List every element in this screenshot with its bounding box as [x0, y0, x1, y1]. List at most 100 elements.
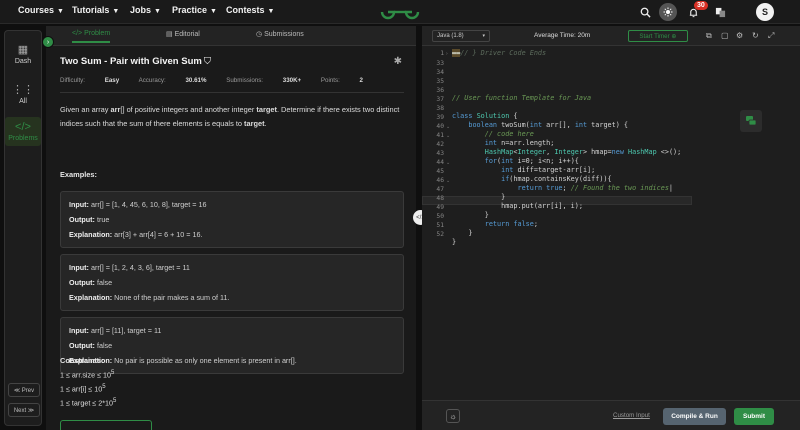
editor-toolbar: Java (1.8) ▾ Average Time: 20m Start Time… [422, 26, 800, 46]
chevron-down-icon: ▼ [154, 8, 161, 15]
nav-courses[interactable]: Courses ▼ [18, 5, 64, 15]
code-line: int diff=target-arr[i]; [501, 166, 596, 174]
code-line: boolean twoSum(int arr[], int target) { [468, 121, 629, 129]
collapse-sidebar-icon[interactable]: › [42, 36, 54, 48]
fold-chevron-icon[interactable]: › [446, 51, 448, 57]
chevron-down-icon: ▼ [112, 8, 120, 15]
line-number: 51 [436, 222, 444, 229]
chevron-down-icon: ▼ [57, 8, 64, 15]
sidebar-item-dash[interactable]: ▦ Dash [5, 43, 41, 65]
chat-icon[interactable] [740, 110, 762, 132]
fold-chevron-icon[interactable]: ⌄ [446, 178, 450, 184]
theme-toggle-icon[interactable] [659, 3, 677, 21]
document-icon: ▤ [166, 31, 175, 38]
expand-icon[interactable]: ⤢ [768, 31, 774, 41]
line-number: 35 [436, 78, 444, 85]
report-bug-icon[interactable]: ✱ [394, 56, 402, 67]
fold-chevron-icon[interactable]: ⌄ [446, 124, 450, 130]
clock-icon: ◷ [256, 31, 265, 38]
line-number: 42 [436, 141, 444, 148]
line-number: 47 [436, 186, 444, 193]
constraints-heading: Constraints: [60, 356, 104, 365]
line-number: 41 [436, 132, 444, 139]
average-time: Average Time: 20m [534, 32, 591, 39]
line-number: 34 [436, 69, 444, 76]
nav-contests[interactable]: Contests ▼ [226, 5, 274, 15]
reset-icon[interactable]: ↻ [752, 31, 759, 40]
line-number: 43 [436, 150, 444, 157]
code-icon: </> [72, 30, 85, 37]
code-line: // code here [484, 130, 534, 138]
grid-icon: ▦ [17, 44, 29, 56]
line-number: 37 [436, 96, 444, 103]
search-icon[interactable] [636, 3, 654, 21]
top-nav: Courses ▼ Tutorials ▼ Jobs ▼ Practice ▼ Cont… [0, 0, 800, 24]
bookmark-icon[interactable]: ⛉ [204, 56, 211, 67]
problem-tabs: </> Problem ▤ Editorial ◷ Submissions [46, 26, 416, 46]
code-line: return false; [484, 220, 538, 228]
custom-input-link[interactable]: Custom Input [613, 412, 650, 419]
problem-meta: Difficulty: Easy Accuracy: 30.61% Submis… [60, 77, 363, 84]
line-number: 48 [436, 195, 444, 202]
code-line: int n=arr.length; [484, 139, 555, 147]
code-line: // User function Template for Java [452, 94, 592, 102]
submit-button[interactable]: Submit [734, 408, 774, 425]
code-line: } [452, 238, 457, 246]
gfg-logo-icon[interactable] [380, 3, 420, 21]
nav-jobs[interactable]: Jobs ▼ [130, 5, 161, 15]
tab-submissions[interactable]: ◷ Submissions [256, 30, 304, 38]
language-select[interactable]: Java (1.8) ▾ [432, 30, 490, 42]
example-box: Input: arr[] = [1, 4, 45, 6, 10, 8], tar… [60, 191, 404, 248]
notification-badge: 30 [694, 1, 708, 10]
chevron-down-icon: ▼ [210, 8, 217, 15]
settings-icon[interactable]: ⚙ [736, 31, 743, 40]
code-line: if(hmap.containsKey(diff)){ [501, 175, 612, 183]
code-line: ▬▬// } Driver Code Ends [452, 49, 547, 57]
prev-button[interactable]: ≪ Prev [8, 383, 40, 397]
play-icon: ⊕ [671, 33, 677, 40]
nav-practice[interactable]: Practice ▼ [172, 5, 217, 15]
compile-run-button[interactable]: Compile & Run [663, 408, 726, 425]
lightbulb-icon[interactable]: ☼ [446, 409, 460, 423]
avatar[interactable]: S [756, 3, 774, 21]
editor-panel: Java (1.8) ▾ Average Time: 20m Start Time… [422, 26, 800, 430]
line-number: 38 [436, 105, 444, 112]
fold-chevron-icon[interactable]: ⌄ [446, 133, 450, 139]
editor-footer: ☼ Custom Input Compile & Run Submit [422, 400, 800, 430]
code-line: } [452, 193, 506, 201]
fullscreen-icon[interactable]: ▢ [721, 31, 729, 40]
code-line: } [452, 229, 473, 237]
partial-button[interactable] [60, 420, 152, 430]
line-number: 46 [436, 177, 444, 184]
examples-heading: Examples: [60, 170, 97, 179]
line-number: 36 [436, 87, 444, 94]
sidebar-item-problems[interactable]: </> Problems [5, 117, 41, 146]
nav-tutorials[interactable]: Tutorials ▼ [72, 5, 119, 15]
copy-icon[interactable]: ⧉ [706, 31, 712, 41]
apps-icon: ⋮⋮ [12, 84, 34, 96]
line-number: 50 [436, 213, 444, 220]
left-sidebar: ▦ Dash ⋮⋮ All </> Problems ≪ Prev Next ≫ [4, 30, 42, 426]
sidebar-item-all[interactable]: ⋮⋮ All [5, 83, 41, 105]
divider [60, 92, 404, 93]
constraint-item: 1 ≤ arr.size ≤ 105 [60, 370, 115, 380]
code-line: HashMap<Integer, Integer> hmap=new HashM… [484, 148, 682, 156]
line-number: 44 [436, 159, 444, 166]
example-box: Input: arr[] = [1, 2, 4, 3, 6], target =… [60, 254, 404, 311]
code-line: for(int i=0; i<n; i++){ [484, 157, 579, 165]
example-box: Input: arr[] = [11], target = 11 Output:… [60, 317, 404, 374]
code-line: } [452, 211, 489, 219]
line-number: 39 [436, 114, 444, 121]
start-timer-button[interactable]: Start Timer ⊕ [628, 30, 688, 42]
fold-chevron-icon[interactable]: ⌄ [446, 160, 450, 166]
tab-editorial[interactable]: ▤ Editorial [166, 30, 200, 38]
next-button[interactable]: Next ≫ [8, 403, 40, 417]
line-number: 40 [436, 123, 444, 130]
constraint-item: 1 ≤ arr[i] ≤ 105 [60, 384, 106, 394]
problem-title: Two Sum - Pair with Given Sum ⛉ [60, 56, 211, 67]
translate-icon[interactable] [711, 3, 729, 21]
tab-problem[interactable]: </> Problem [72, 30, 111, 43]
code-line: hmap.put(arr[i], i); [452, 202, 583, 210]
line-number: 52 [436, 231, 444, 238]
problem-description: Given an array arr[] of positive integer… [60, 105, 400, 128]
